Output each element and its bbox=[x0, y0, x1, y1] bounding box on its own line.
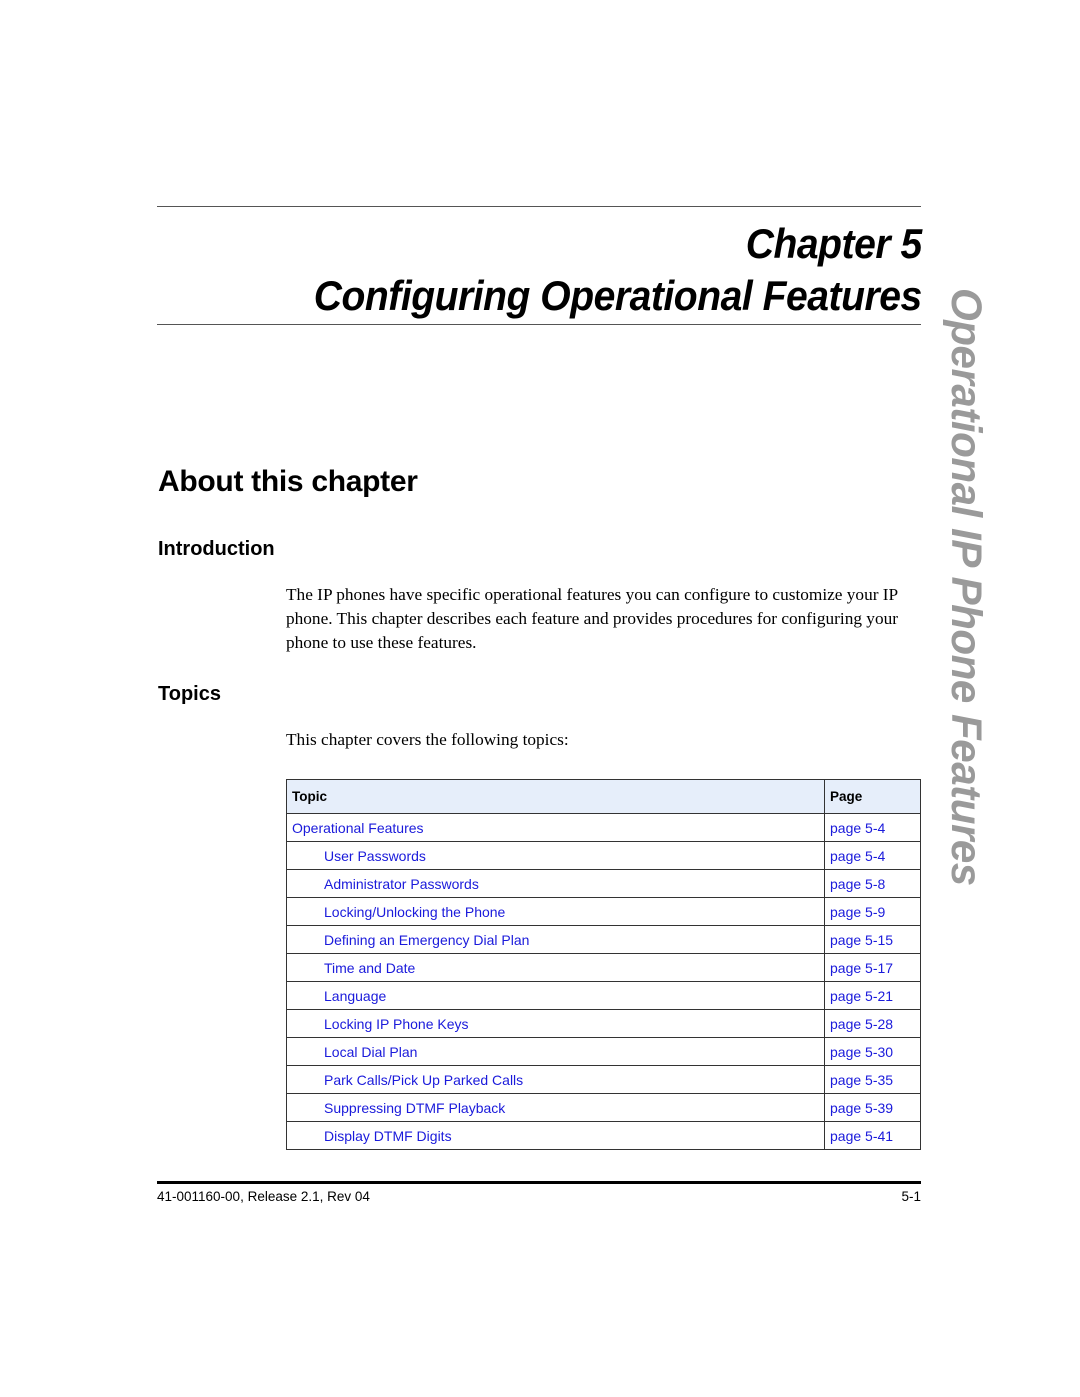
table-row: Locking/Unlocking the Phone page 5-9 bbox=[286, 897, 921, 926]
footer-doc-id: 41-001160-00, Release 2.1, Rev 04 bbox=[157, 1189, 370, 1204]
page-link[interactable]: page 5-4 bbox=[830, 848, 885, 864]
topic-link[interactable]: Park Calls/Pick Up Parked Calls bbox=[324, 1072, 523, 1088]
footer-page-number: 5-1 bbox=[901, 1189, 921, 1204]
topic-cell: Locking IP Phone Keys bbox=[286, 1009, 825, 1038]
page-cell: page 5-41 bbox=[824, 1121, 921, 1150]
page-link[interactable]: page 5-35 bbox=[830, 1072, 893, 1088]
topics-paragraph: This chapter covers the following topics… bbox=[286, 730, 569, 749]
page-cell: page 5-4 bbox=[824, 841, 921, 870]
table-row: Display DTMF Digits page 5-41 bbox=[286, 1121, 921, 1150]
subheading-introduction: Introduction bbox=[158, 538, 275, 560]
topic-link[interactable]: Language bbox=[324, 988, 386, 1004]
page-link[interactable]: page 5-15 bbox=[830, 932, 893, 948]
page-link[interactable]: page 5-8 bbox=[830, 876, 885, 892]
page-cell: page 5-21 bbox=[824, 981, 921, 1010]
page-cell: page 5-17 bbox=[824, 953, 921, 982]
page-cell: page 5-39 bbox=[824, 1093, 921, 1122]
topic-cell: User Passwords bbox=[286, 841, 825, 870]
topic-cell: Local Dial Plan bbox=[286, 1037, 825, 1066]
column-header-page: Page bbox=[824, 779, 921, 814]
page-cell: page 5-28 bbox=[824, 1009, 921, 1038]
topic-link[interactable]: Suppressing DTMF Playback bbox=[324, 1100, 505, 1116]
topic-link[interactable]: Time and Date bbox=[324, 960, 415, 976]
footer-rule bbox=[157, 1181, 921, 1184]
page-link[interactable]: page 5-9 bbox=[830, 904, 885, 920]
introduction-paragraph: The IP phones have specific operational … bbox=[286, 585, 898, 652]
section-heading-about: About this chapter bbox=[158, 465, 418, 498]
page-cell: page 5-4 bbox=[824, 813, 921, 842]
page-cell: page 5-15 bbox=[824, 925, 921, 954]
page-link[interactable]: page 5-4 bbox=[830, 820, 885, 836]
topic-cell: Locking/Unlocking the Phone bbox=[286, 897, 825, 926]
table-row: Language page 5-21 bbox=[286, 981, 921, 1010]
column-header-topic: Topic bbox=[286, 779, 825, 814]
table-header-row: Topic Page bbox=[286, 779, 921, 814]
table-row: Park Calls/Pick Up Parked Calls page 5-35 bbox=[286, 1065, 921, 1094]
topics-table-body: Operational Features page 5-4 User Passwor… bbox=[286, 813, 921, 1150]
chapter-title: Chapter 5 Configuring Operational Featur… bbox=[314, 218, 922, 322]
page-cell: page 5-9 bbox=[824, 897, 921, 926]
page-link[interactable]: page 5-21 bbox=[830, 988, 893, 1004]
topic-link[interactable]: Administrator Passwords bbox=[324, 876, 479, 892]
topic-link[interactable]: Locking/Unlocking the Phone bbox=[324, 904, 505, 920]
table-row: Defining an Emergency Dial Plan page 5-15 bbox=[286, 925, 921, 954]
topic-cell: Administrator Passwords bbox=[286, 869, 825, 898]
table-row: Operational Features page 5-4 bbox=[286, 813, 921, 842]
table-row: Suppressing DTMF Playback page 5-39 bbox=[286, 1093, 921, 1122]
table-row: Locking IP Phone Keys page 5-28 bbox=[286, 1009, 921, 1038]
chapter-number: Chapter 5 bbox=[746, 220, 922, 267]
topic-link[interactable]: User Passwords bbox=[324, 848, 426, 864]
page-cell: page 5-35 bbox=[824, 1065, 921, 1094]
topic-link[interactable]: Display DTMF Digits bbox=[324, 1128, 452, 1144]
page-link[interactable]: page 5-30 bbox=[830, 1044, 893, 1060]
table-row: Time and Date page 5-17 bbox=[286, 953, 921, 982]
topic-cell: Park Calls/Pick Up Parked Calls bbox=[286, 1065, 825, 1094]
topic-link[interactable]: Defining an Emergency Dial Plan bbox=[324, 932, 529, 948]
page-link[interactable]: page 5-41 bbox=[830, 1128, 893, 1144]
topic-cell: Operational Features bbox=[286, 813, 825, 842]
topic-cell: Suppressing DTMF Playback bbox=[286, 1093, 825, 1122]
page-cell: page 5-30 bbox=[824, 1037, 921, 1066]
table-row: User Passwords page 5-4 bbox=[286, 841, 921, 870]
topic-cell: Defining an Emergency Dial Plan bbox=[286, 925, 825, 954]
title-rule-top bbox=[157, 206, 921, 207]
page-cell: page 5-8 bbox=[824, 869, 921, 898]
topic-cell: Language bbox=[286, 981, 825, 1010]
topic-link[interactable]: Operational Features bbox=[292, 820, 424, 836]
topics-table: Topic Page Operational Features page 5-4 U… bbox=[286, 779, 921, 1150]
subheading-topics: Topics bbox=[158, 683, 221, 705]
topic-link[interactable]: Locking IP Phone Keys bbox=[324, 1016, 469, 1032]
table-row: Local Dial Plan page 5-30 bbox=[286, 1037, 921, 1066]
chapter-name: Configuring Operational Features bbox=[314, 272, 922, 319]
page-link[interactable]: page 5-39 bbox=[830, 1100, 893, 1116]
page-link[interactable]: page 5-28 bbox=[830, 1016, 893, 1032]
topic-cell: Display DTMF Digits bbox=[286, 1121, 825, 1150]
table-row: Administrator Passwords page 5-8 bbox=[286, 869, 921, 898]
side-tab-label: Operational IP Phone Features bbox=[942, 288, 990, 886]
page-link[interactable]: page 5-17 bbox=[830, 960, 893, 976]
topic-cell: Time and Date bbox=[286, 953, 825, 982]
title-rule-bottom bbox=[157, 324, 921, 325]
topic-link[interactable]: Local Dial Plan bbox=[324, 1044, 417, 1060]
